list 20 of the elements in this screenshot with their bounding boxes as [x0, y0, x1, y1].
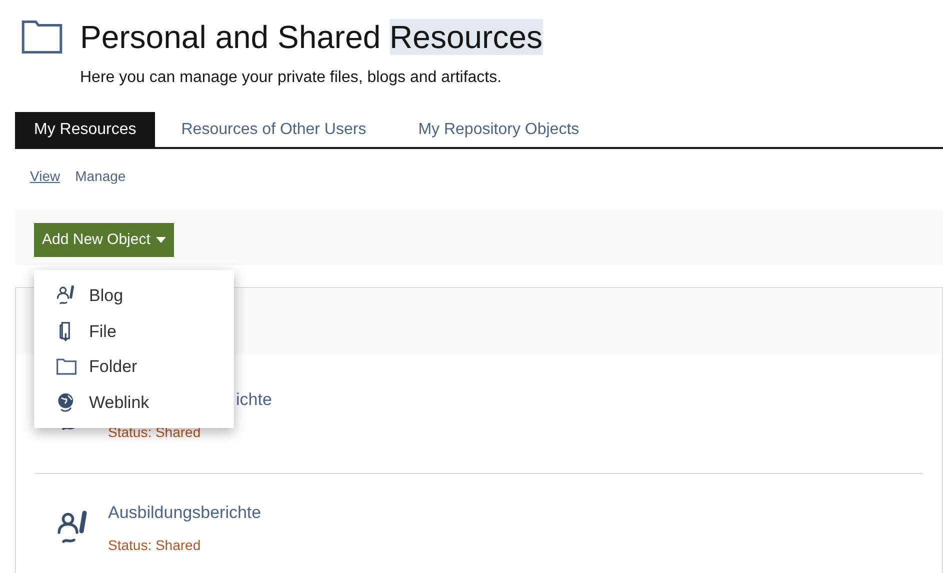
page-description: Here you can manage your private files, blogs and artifacts. [80, 68, 503, 88]
tab[interactable]: My Resources [15, 112, 156, 147]
blogger-icon [56, 285, 77, 306]
resource-title[interactable]: Ausbildungsberichte [108, 500, 262, 526]
menu-item[interactable]: File [34, 314, 234, 349]
folder-icon [56, 356, 77, 378]
resource-title[interactable]: ichte [236, 387, 272, 413]
folder-icon [20, 19, 64, 55]
page-title: Personal and Shared Resources [80, 18, 542, 57]
status-label: Status: Shared [108, 536, 202, 555]
status-label: Status: Shared [108, 423, 202, 442]
add-new-object-button[interactable]: Add New Object [34, 223, 174, 257]
subtab-link[interactable]: Manage [75, 166, 126, 187]
subtab-link[interactable]: View [30, 166, 60, 187]
menu-item[interactable]: Blog [34, 278, 234, 314]
caret-icon [156, 237, 166, 243]
menu-item[interactable]: Folder [34, 349, 234, 384]
tab[interactable]: My Repository Objects [392, 112, 606, 147]
tab[interactable]: Resources of Other Users [155, 112, 392, 147]
menu-item[interactable]: Weblink [34, 384, 234, 420]
